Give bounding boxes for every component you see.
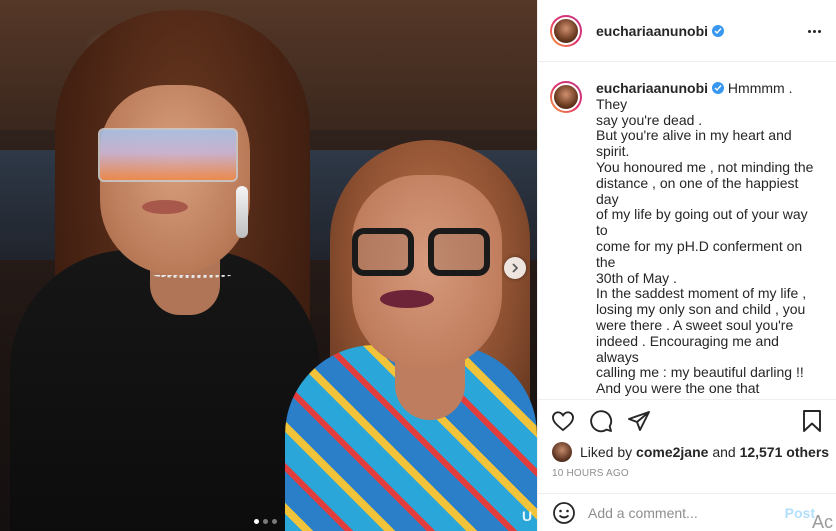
- comment-icon: [590, 410, 613, 433]
- verified-badge-icon: [712, 82, 725, 94]
- post-side-panel: euchariaanunobi euchariaanunobi Hmmmm . …: [537, 0, 836, 531]
- caption-body: Hmmmm . They say you're dead . But you're …: [596, 80, 819, 398]
- liked-by-and: and: [712, 444, 736, 460]
- carousel-dot: [272, 519, 277, 524]
- comment-button[interactable]: [588, 408, 614, 434]
- emoji-icon[interactable]: [552, 501, 576, 525]
- heart-icon: [552, 411, 574, 432]
- post-photo[interactable]: U: [0, 0, 537, 531]
- caption-avatar[interactable]: [550, 81, 582, 113]
- overlay-text: Ac: [812, 512, 834, 531]
- caption-line: losing my only son and child , you: [596, 301, 806, 318]
- comment-bar: Add a comment... Post: [538, 493, 836, 531]
- more-options-button[interactable]: [805, 22, 823, 40]
- caption-line: You honoured me , not minding the: [596, 158, 814, 175]
- post-timestamp[interactable]: 10 HOURS AGO: [552, 468, 629, 479]
- caption-text: euchariaanunobi Hmmmm . They say you're d…: [596, 80, 821, 398]
- save-button[interactable]: [799, 408, 825, 434]
- woman-right-glasses: [352, 228, 494, 278]
- chevron-right-icon: [512, 263, 519, 273]
- carousel-dots: [254, 519, 277, 524]
- caption-line: 30th of May .: [596, 269, 677, 286]
- caption-line: say you're dead .: [596, 111, 703, 128]
- caption-line: And you were the one that: [596, 380, 760, 397]
- woman-left-sunglasses: [98, 128, 238, 182]
- caption-scroll-area[interactable]: euchariaanunobi Hmmmm . They say you're d…: [538, 63, 836, 398]
- caption-line: were there . A sweet soul you're: [596, 316, 794, 333]
- caption-line: distance , on one of the happiest day: [596, 174, 799, 207]
- liked-by-prefix: Liked by: [580, 444, 633, 460]
- caption-line: calling me : my beautiful darling !!: [596, 364, 804, 381]
- liker-avatar[interactable]: [552, 442, 572, 462]
- caption: euchariaanunobi Hmmmm . They say you're d…: [538, 63, 836, 398]
- liked-by-others[interactable]: 12,571 others: [740, 444, 830, 460]
- caption-line: of my life by going out of your way to: [596, 206, 808, 239]
- likes-summary: Liked by come2jane and 12,571 others: [552, 442, 829, 462]
- liked-by-user[interactable]: come2jane: [636, 444, 708, 460]
- header-username-text[interactable]: euchariaanunobi: [596, 23, 708, 39]
- share-icon: [628, 411, 650, 431]
- share-button[interactable]: [626, 408, 652, 434]
- caption-username[interactable]: euchariaanunobi: [596, 80, 708, 96]
- photo-watermark: U: [522, 508, 533, 524]
- carousel-dot: [263, 519, 268, 524]
- caption-line: But you're alive in my heart and spirit.: [596, 127, 792, 160]
- bookmark-icon: [803, 410, 821, 432]
- caption-line: In the saddest moment of my life ,: [596, 285, 807, 302]
- like-button[interactable]: [550, 408, 576, 434]
- header-username[interactable]: euchariaanunobi: [596, 23, 725, 39]
- woman-left-earring: [236, 186, 248, 238]
- verified-badge-icon: [712, 24, 725, 37]
- woman-right-lips: [380, 290, 434, 308]
- post-header: euchariaanunobi: [538, 0, 836, 62]
- caption-line: come for my pH.D conferment on the: [596, 237, 803, 270]
- comment-input[interactable]: Add a comment...: [588, 505, 785, 521]
- avatar[interactable]: [550, 14, 582, 47]
- more-options-icon: [807, 29, 811, 33]
- caption-line: encouraged me to go ahead and: [596, 396, 798, 398]
- post-comment-button[interactable]: Post: [785, 505, 815, 521]
- carousel-dot: [254, 519, 259, 524]
- carousel-next-button[interactable]: [504, 257, 526, 279]
- caption-line: indeed . Encouraging me and always: [596, 332, 779, 365]
- woman-left-lips: [142, 200, 188, 214]
